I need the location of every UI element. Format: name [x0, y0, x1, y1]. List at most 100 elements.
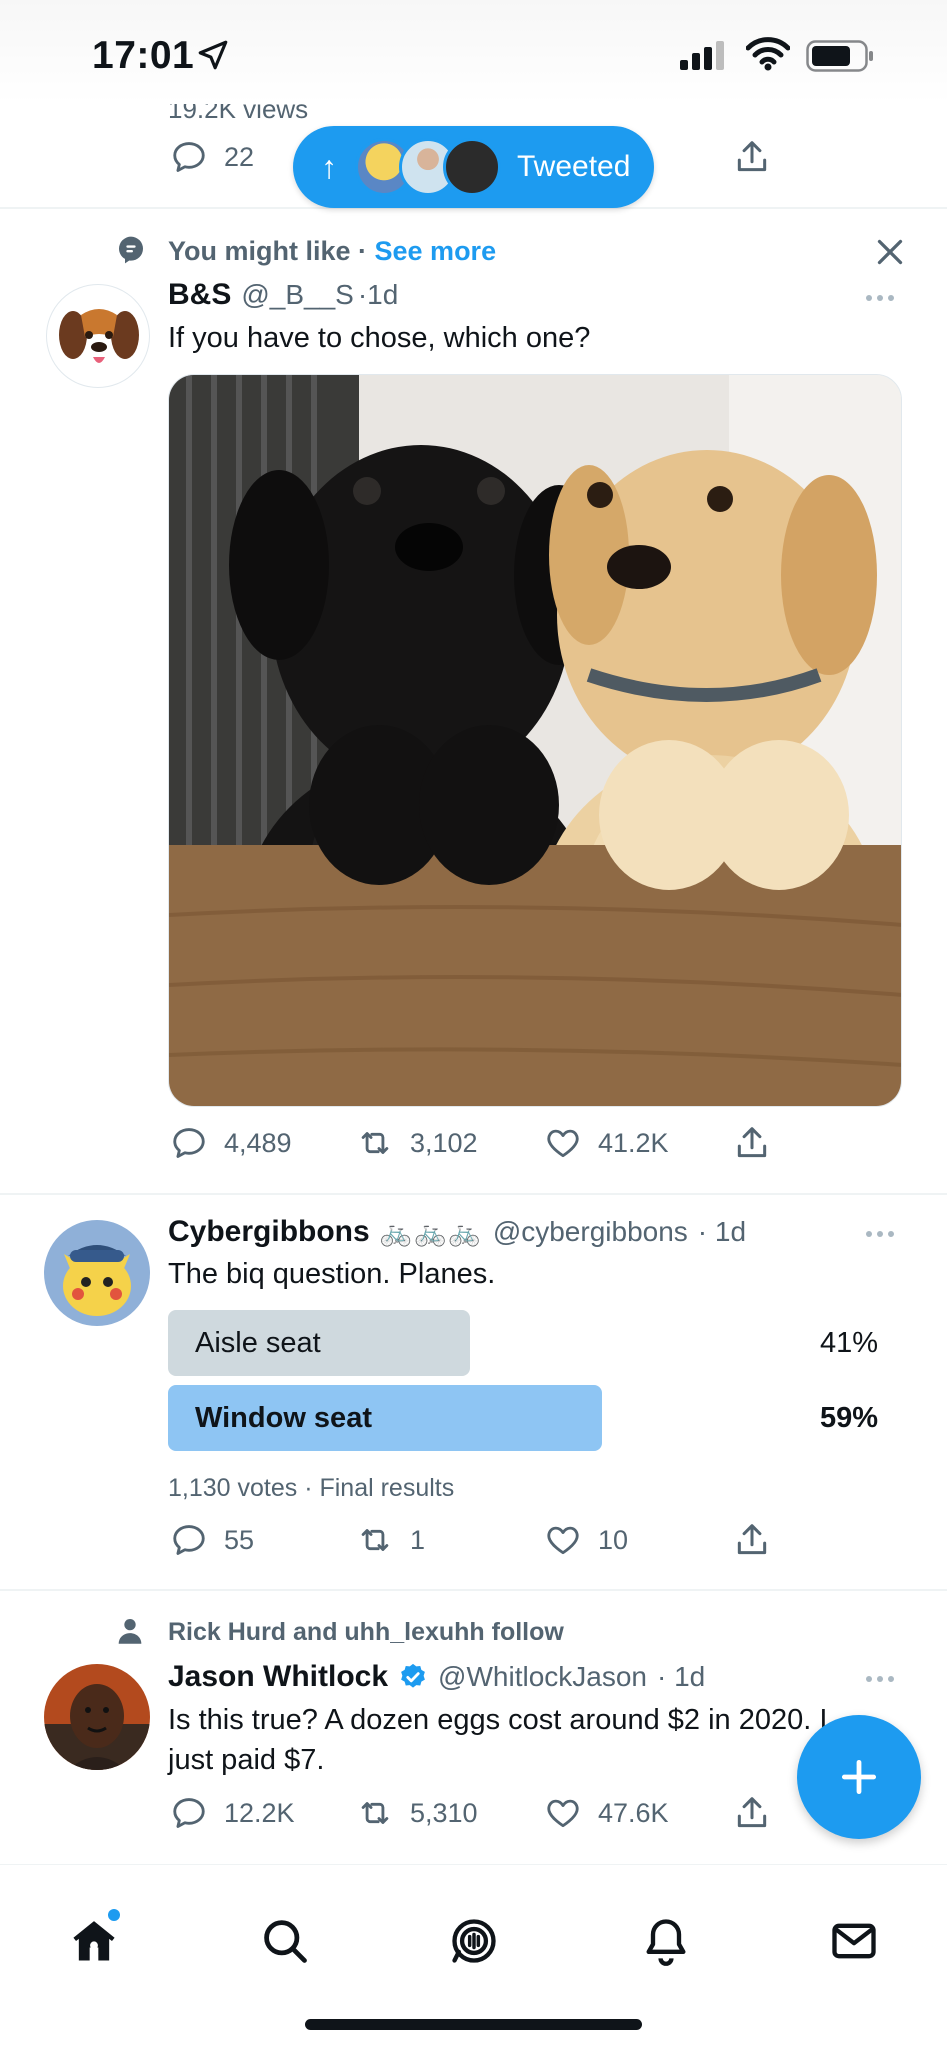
nav-home[interactable]: [68, 1909, 120, 1967]
like-count: 41.2K: [598, 1127, 669, 1158]
close-icon[interactable]: [872, 234, 908, 270]
nav-messages[interactable]: [828, 1915, 880, 1967]
signal-icon: [680, 40, 732, 72]
like-count: 47.6K: [598, 1797, 669, 1828]
topic-icon: [115, 234, 147, 266]
reply-button[interactable]: 22: [170, 138, 254, 176]
messages-icon: [828, 1915, 880, 1967]
like-count: 10: [598, 1524, 629, 1555]
reply-button[interactable]: 4,489: [170, 1124, 292, 1162]
reply-count: 4,489: [224, 1127, 292, 1158]
tweet-text: The biq question. Planes.: [168, 1258, 496, 1290]
retweet-count: 5,310: [410, 1797, 478, 1828]
name-emoji: 🚲🚲🚲: [379, 1217, 483, 1247]
bottom-nav: [0, 1864, 947, 2048]
notifications-icon: [640, 1915, 692, 1967]
verified-icon: [398, 1662, 428, 1692]
reply-button[interactable]: 55: [170, 1521, 254, 1559]
reply-count: 12.2K: [224, 1797, 295, 1828]
reply-button[interactable]: 12.2K: [170, 1794, 295, 1832]
more-icon[interactable]: [866, 1676, 894, 1682]
poll-summary: 1,130 votes · Final results: [168, 1474, 455, 1502]
spaces-icon: [448, 1915, 500, 1967]
more-icon[interactable]: [866, 1231, 894, 1237]
avatar[interactable]: [44, 1664, 150, 1770]
reply-count: 22: [224, 141, 255, 172]
like-icon: [544, 1124, 582, 1162]
poll-option[interactable]: Aisle seat 41%: [168, 1310, 878, 1376]
poll-option-label: Aisle seat: [195, 1327, 321, 1359]
share-button[interactable]: [733, 138, 771, 176]
new-tweets-pill[interactable]: ↑ Tweeted: [293, 126, 654, 208]
display-name[interactable]: Cybergibbons: [168, 1215, 370, 1249]
tweet-header: Cybergibbons 🚲🚲🚲 @cybergibbons · 1d: [168, 1215, 746, 1249]
poll: Aisle seat 41% Window seat 59%: [168, 1310, 878, 1451]
like-icon: [544, 1794, 582, 1832]
avatar[interactable]: [44, 1220, 150, 1326]
nav-spaces[interactable]: [448, 1915, 500, 1967]
like-button[interactable]: 41.2K: [544, 1124, 669, 1162]
pill-avatar-3: [443, 138, 501, 196]
tweet-photo[interactable]: [168, 374, 902, 1107]
handle[interactable]: @WhitlockJason: [438, 1661, 647, 1693]
see-more-link[interactable]: See more: [375, 236, 497, 267]
poll-option[interactable]: Window seat 59%: [168, 1385, 878, 1451]
tweeted-label: Tweeted: [517, 150, 631, 183]
reply-count: 55: [224, 1524, 255, 1555]
person-icon: [113, 1614, 147, 1648]
home-indicator: [305, 2019, 642, 2030]
retweet-icon: [356, 1124, 394, 1162]
tweet-divider: [0, 1193, 947, 1195]
context-label: You might like: [168, 236, 351, 266]
pill-avatars: [355, 138, 501, 196]
like-button[interactable]: 47.6K: [544, 1794, 669, 1832]
unread-dot: [108, 1909, 120, 1921]
retweet-button[interactable]: 5,310: [356, 1794, 478, 1832]
nav-notifications[interactable]: [640, 1915, 692, 1967]
reply-icon: [170, 1521, 208, 1559]
retweet-button[interactable]: 3,102: [356, 1124, 478, 1162]
home-icon: [68, 1915, 120, 1967]
tweet-header: B&S @_B__S ·1d: [168, 278, 398, 312]
share-button[interactable]: [733, 1124, 771, 1162]
context-separator: ·: [350, 236, 375, 266]
avatar[interactable]: [46, 284, 150, 388]
display-name[interactable]: B&S: [168, 278, 231, 312]
reply-icon: [170, 1794, 208, 1832]
social-context[interactable]: Rick Hurd and uhh_lexuhh follow: [168, 1618, 564, 1647]
like-button[interactable]: 10: [544, 1521, 628, 1559]
tweet-text: If you have to chose, which one?: [168, 322, 591, 354]
reply-icon: [170, 138, 208, 176]
status-time: 17:01: [92, 34, 195, 77]
nav-search[interactable]: [259, 1915, 311, 1967]
like-icon: [544, 1521, 582, 1559]
retweet-icon: [356, 1521, 394, 1559]
tweet-text: Is this true? A dozen eggs cost around $…: [168, 1704, 828, 1776]
timestamp[interactable]: ·1d: [358, 279, 398, 311]
arrow-up-icon: ↑: [321, 148, 337, 185]
wifi-icon: [746, 36, 790, 72]
share-button[interactable]: [733, 1521, 771, 1559]
context-line: You might like · See more: [168, 236, 496, 267]
status-bar: 17:01: [0, 0, 947, 104]
battery-icon: [806, 40, 876, 72]
retweet-count: 3,102: [410, 1127, 478, 1158]
timestamp[interactable]: · 1d: [657, 1661, 705, 1693]
compose-button[interactable]: [797, 1715, 921, 1839]
handle[interactable]: @cybergibbons: [493, 1216, 688, 1248]
more-icon[interactable]: [866, 295, 894, 301]
tweet-divider: [0, 1589, 947, 1591]
retweet-count: 1: [410, 1524, 426, 1555]
handle[interactable]: @_B__S: [241, 279, 354, 311]
tweet-header: Jason Whitlock @WhitlockJason · 1d: [168, 1660, 705, 1694]
location-arrow-icon: [196, 38, 230, 72]
search-icon: [259, 1915, 311, 1967]
display-name[interactable]: Jason Whitlock: [168, 1660, 388, 1694]
compose-icon: [837, 1755, 881, 1799]
poll-option-label: Window seat: [195, 1402, 372, 1434]
share-button[interactable]: [733, 1794, 771, 1832]
reply-icon: [170, 1124, 208, 1162]
poll-option-percent: 41%: [819, 1327, 878, 1359]
retweet-button[interactable]: 1: [356, 1521, 425, 1559]
timestamp[interactable]: · 1d: [698, 1216, 746, 1248]
